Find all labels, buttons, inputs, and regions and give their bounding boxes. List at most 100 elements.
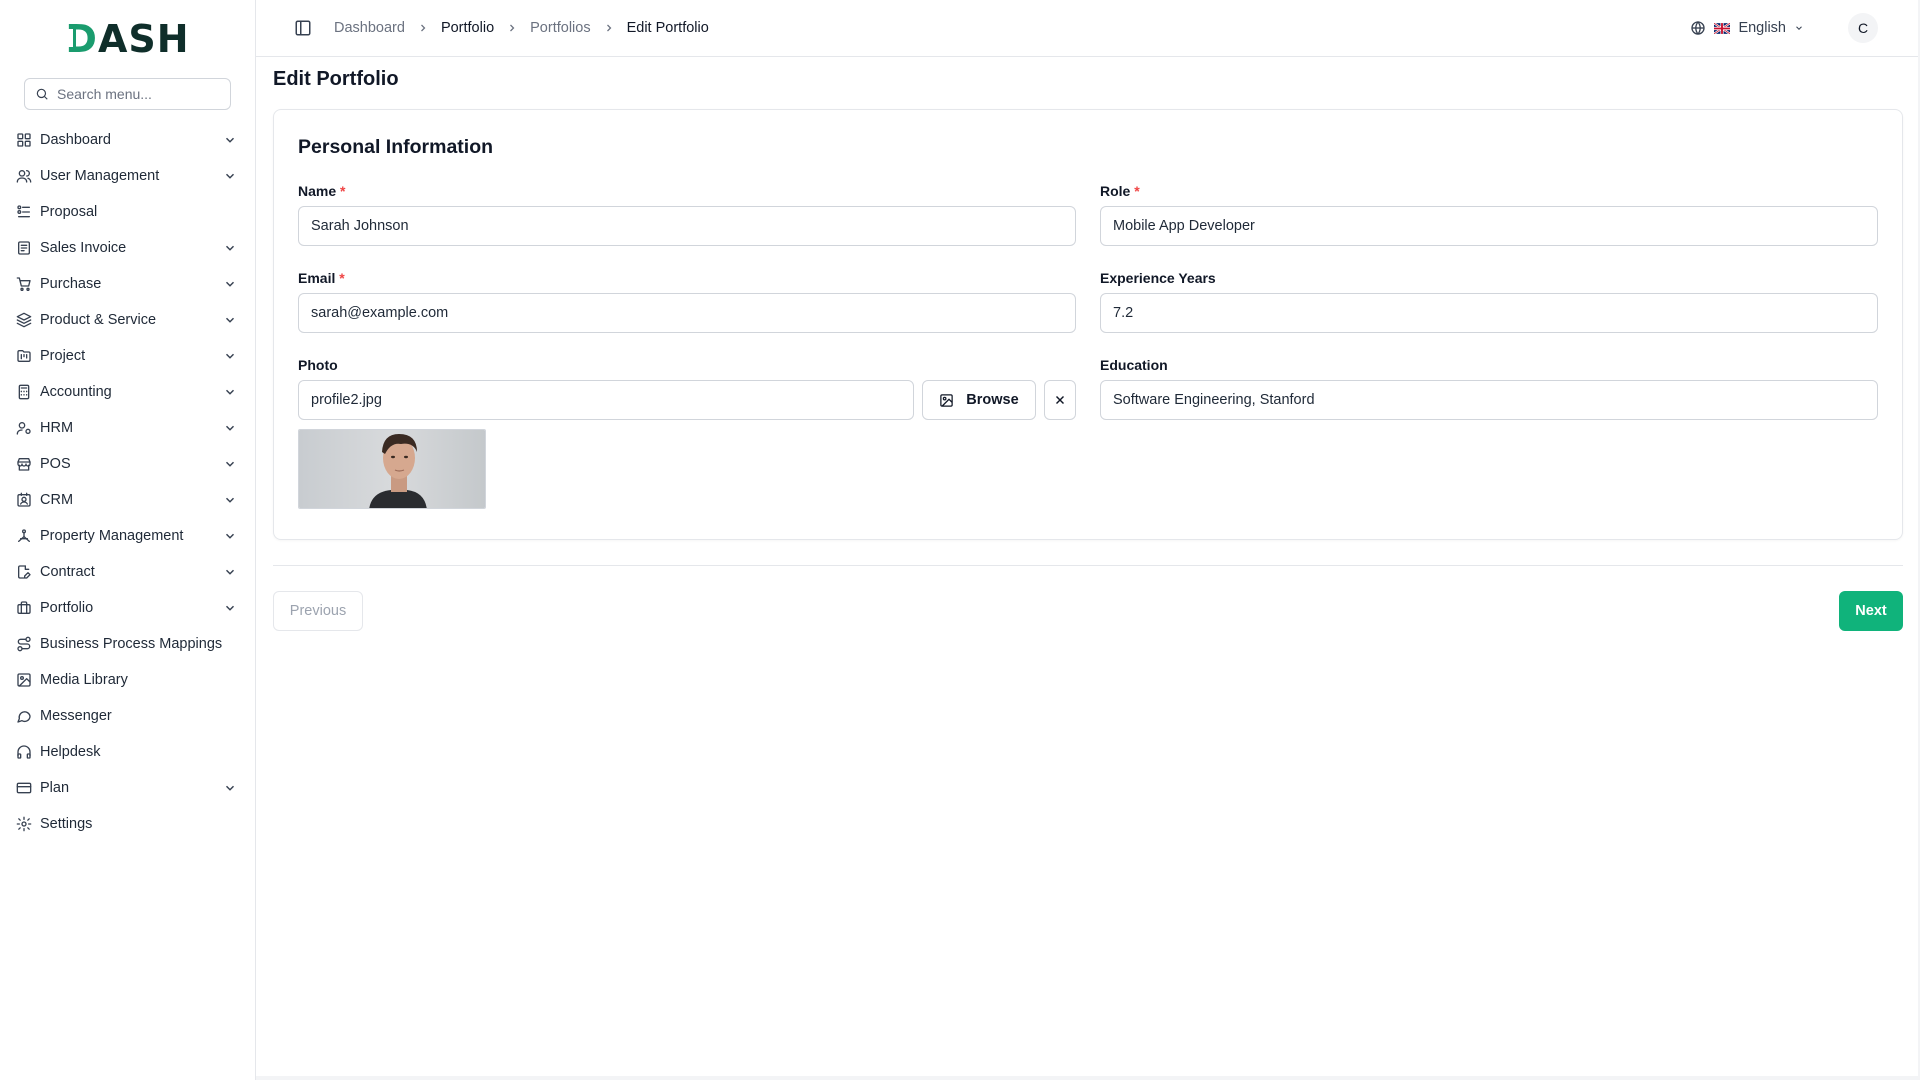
contact-icon (16, 492, 32, 508)
email-input[interactable] (298, 293, 1076, 333)
chevron-down-icon (223, 781, 237, 795)
photo-field-group: Photo Browse (298, 357, 1076, 509)
chevron-down-icon (223, 421, 237, 435)
language-selector[interactable]: English (1690, 20, 1804, 36)
uk-flag-icon (1714, 22, 1731, 34)
sidebar-item-proposal[interactable]: Proposal (0, 194, 255, 230)
bottom-edge (256, 1076, 1920, 1080)
sidebar-item-label: Dashboard (40, 132, 111, 148)
profile-photo-image (299, 430, 485, 508)
chevron-down-icon (223, 349, 237, 363)
chevron-right-icon (603, 22, 615, 34)
chevron-down-icon (223, 601, 237, 615)
sidebar-item-label: CRM (40, 492, 74, 508)
name-input[interactable] (298, 206, 1076, 246)
breadcrumb-dashboard[interactable]: Dashboard (334, 20, 405, 36)
topbar: Dashboard Portfolio Portfolios Edit Port… (256, 0, 1920, 57)
clear-photo-button[interactable] (1044, 380, 1076, 420)
sidebar-item-settings[interactable]: Settings (0, 806, 255, 842)
role-field-group: Role * (1100, 183, 1878, 246)
chevron-down-icon (1794, 23, 1804, 33)
sidebar-item-label: Helpdesk (40, 744, 101, 760)
sidebar-item-helpdesk[interactable]: Helpdesk (0, 734, 255, 770)
chevron-down-icon (223, 313, 237, 327)
sidebar-toggle-icon[interactable] (294, 19, 312, 37)
sidebar-item-plan[interactable]: Plan (0, 770, 255, 806)
form-actions: Previous Next (273, 591, 1903, 631)
sidebar-item-accounting[interactable]: Accounting (0, 374, 255, 410)
chevron-down-icon (223, 169, 237, 183)
experience-label: Experience Years (1100, 270, 1216, 286)
sidebar-item-property-management[interactable]: Property Management (0, 518, 255, 554)
chevron-right-icon (506, 22, 518, 34)
sidebar-item-label: Business Process Mappings (40, 636, 223, 652)
sidebar-item-dashboard[interactable]: Dashboard (0, 122, 255, 158)
sidebar-item-hrm[interactable]: HRM (0, 410, 255, 446)
name-label: Name * (298, 183, 346, 199)
sidebar-item-label: Portfolio (40, 600, 94, 616)
previous-button[interactable]: Previous (273, 591, 363, 631)
topbar-right: English C (1690, 13, 1878, 43)
breadcrumb-edit-portfolio: Edit Portfolio (626, 20, 709, 36)
sidebar-item-portfolio[interactable]: Portfolio (0, 590, 255, 626)
sidebar-item-project[interactable]: Project (0, 338, 255, 374)
sidebar-item-label: HRM (40, 420, 74, 436)
image-icon (16, 672, 32, 688)
experience-field-group: Experience Years (1100, 270, 1878, 333)
form-grid: Name * Email * Photo Browse (298, 183, 1878, 509)
sidebar-item-label: Property Management (40, 528, 184, 544)
education-input[interactable] (1100, 380, 1878, 420)
chevron-right-icon (417, 22, 429, 34)
folder-kanban-icon (16, 348, 32, 364)
photo-preview (298, 429, 486, 509)
sidebar-item-sales-invoice[interactable]: Sales Invoice (0, 230, 255, 266)
search-input[interactable] (57, 86, 220, 102)
sidebar-item-user-management[interactable]: User Management (0, 158, 255, 194)
photo-label: Photo (298, 357, 338, 373)
experience-input[interactable] (1100, 293, 1878, 333)
sidebar-item-contract[interactable]: Contract (0, 554, 255, 590)
sidebar-item-crm[interactable]: CRM (0, 482, 255, 518)
role-input[interactable] (1100, 206, 1878, 246)
required-marker: * (340, 183, 346, 199)
sidebar-item-pos[interactable]: POS (0, 446, 255, 482)
sidebar-item-label: User Management (40, 168, 160, 184)
next-button[interactable]: Next (1839, 591, 1903, 631)
sidebar-item-label: Product & Service (40, 312, 157, 328)
sidebar-item-business-process-mappings[interactable]: Business Process Mappings (0, 626, 255, 662)
sidebar-item-label: Settings (40, 816, 93, 832)
form-column-right: Role * Experience Years Education (1100, 183, 1878, 509)
sidebar-item-purchase[interactable]: Purchase (0, 266, 255, 302)
sidebar-item-product-service[interactable]: Product & Service (0, 302, 255, 338)
sidebar-item-media-library[interactable]: Media Library (0, 662, 255, 698)
photo-filename-input[interactable] (298, 380, 914, 420)
user-cog-icon (16, 420, 32, 436)
breadcrumb-portfolios[interactable]: Portfolios (530, 20, 590, 36)
required-marker: * (339, 270, 345, 286)
page-title: Edit Portfolio (273, 68, 399, 90)
breadcrumb-portfolio[interactable]: Portfolio (441, 20, 494, 36)
chevron-down-icon (223, 529, 237, 543)
education-field-group: Education (1100, 357, 1878, 420)
section-title: Personal Information (298, 136, 494, 158)
sidebar: DASH Dashboard User Management Proposal Sal… (0, 0, 256, 1080)
globe-icon (1690, 20, 1706, 36)
route-icon (16, 636, 32, 652)
proposal-icon (16, 204, 32, 220)
chevron-down-icon (223, 385, 237, 399)
email-field-group: Email * (298, 270, 1076, 333)
required-marker: * (1134, 183, 1140, 199)
main-content: Edit Portfolio Personal Information Name… (273, 57, 1903, 631)
logo-text: ASH (97, 17, 190, 61)
avatar[interactable]: C (1848, 13, 1878, 43)
sidebar-item-messenger[interactable]: Messenger (0, 698, 255, 734)
browse-button[interactable]: Browse (922, 380, 1036, 420)
logo[interactable]: D ASH (0, 0, 255, 78)
sidebar-search (24, 78, 231, 110)
browse-label: Browse (966, 392, 1019, 408)
chevron-down-icon (223, 133, 237, 147)
image-icon (939, 393, 954, 408)
grid-icon (16, 132, 32, 148)
divider (273, 565, 1903, 566)
sidebar-item-label: POS (40, 456, 71, 472)
